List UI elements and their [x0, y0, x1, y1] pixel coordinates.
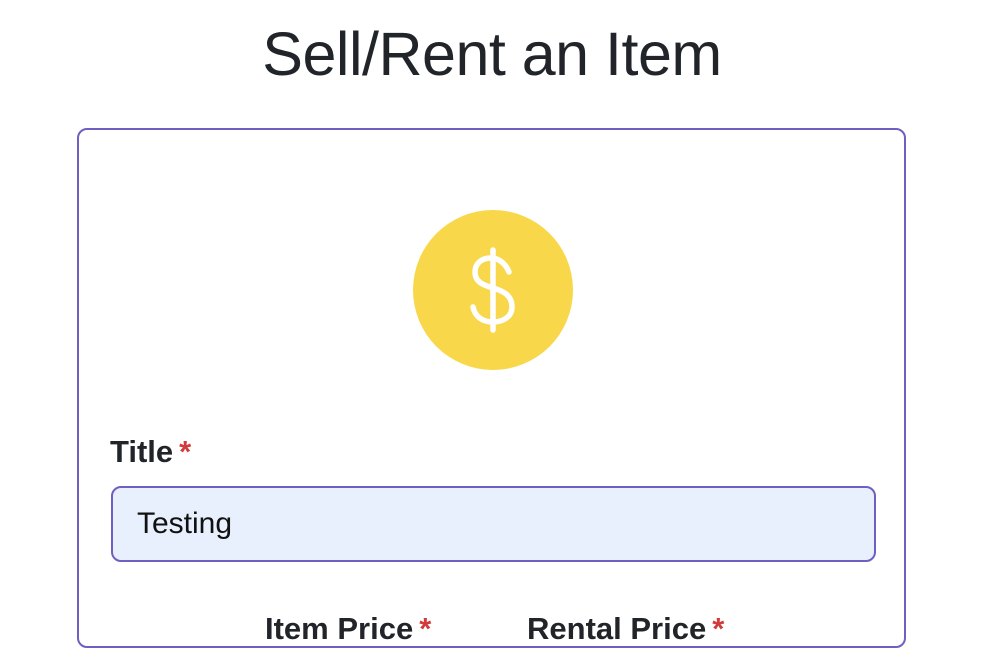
- item-price-label: Item Price *: [265, 610, 431, 648]
- page-title: Sell/Rent an Item: [262, 20, 722, 88]
- title-input[interactable]: [111, 486, 876, 562]
- dollar-sign-icon: [470, 247, 515, 333]
- item-price-required-asterisk: *: [419, 611, 432, 646]
- rental-price-label: Rental Price *: [527, 610, 724, 648]
- item-price-label-text: Item Price: [265, 611, 414, 646]
- title-field-label: Title *: [110, 433, 191, 471]
- dollar-coin-icon: [413, 210, 573, 370]
- title-label-text: Title: [110, 434, 174, 469]
- rental-price-required-asterisk: *: [712, 611, 725, 646]
- rental-price-label-text: Rental Price: [527, 611, 707, 646]
- required-asterisk: *: [179, 434, 192, 469]
- sell-rent-form: Title* Item Price* Rental Price*: [77, 128, 906, 648]
